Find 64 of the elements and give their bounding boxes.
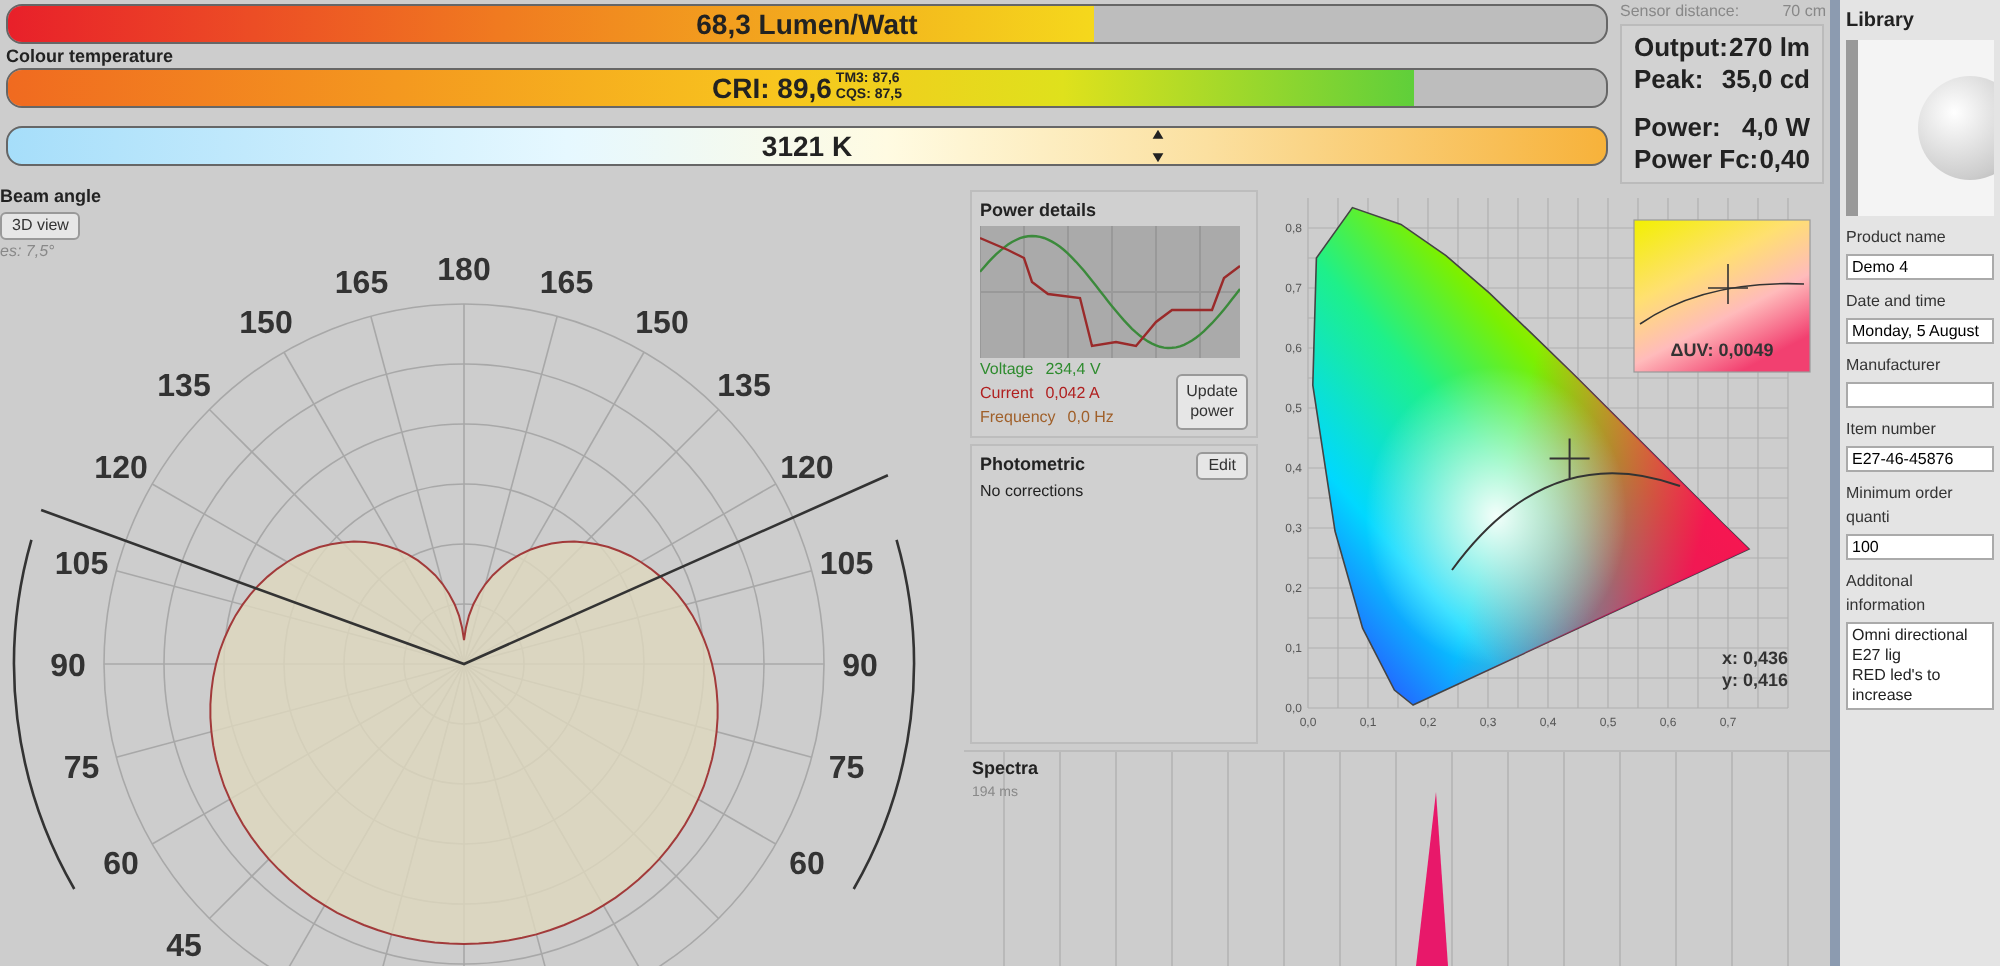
stat-value: 0,40 — [1759, 144, 1810, 176]
reading-label: Current — [980, 381, 1034, 405]
stat-value: 35,0 cd — [1721, 64, 1810, 96]
stat-value: 270 lm — [1729, 32, 1810, 64]
delta-uv-value: ΔUV: 0,0049 — [1670, 340, 1774, 360]
edit-button[interactable]: Edit — [1196, 451, 1248, 479]
3d-view-button[interactable]: 3D view — [0, 211, 81, 239]
stat-label: Output: — [1634, 32, 1728, 64]
input-field[interactable] — [1846, 382, 1994, 408]
angle-label: 165 — [334, 267, 389, 302]
bulb-drawing — [1918, 76, 1994, 180]
angle-label: 180 — [437, 254, 491, 288]
angle-label: 90 — [842, 650, 878, 684]
section-title: Beam angle — [0, 184, 102, 210]
input-field[interactable]: Monday, 5 August — [1846, 318, 1994, 344]
photometric-status: No corrections — [980, 479, 1086, 503]
angle-label: 150 — [635, 307, 689, 342]
bar-label: Colour temperature — [6, 44, 176, 68]
field-label: Item number — [1846, 418, 1938, 442]
angle-label: 150 — [239, 307, 293, 342]
angle-label: 45 — [166, 930, 202, 964]
angle-label: 60 — [103, 848, 139, 882]
resolution-text: es: 7,5° — [0, 239, 55, 263]
angle-label: 75 — [63, 752, 100, 787]
input-field[interactable]: E27-46-45876 — [1846, 446, 1994, 472]
y-coordinate-value: y: 0,416 — [1721, 670, 1788, 690]
angle-label: 105 — [819, 547, 874, 582]
reading-label: Frequency — [980, 405, 1056, 429]
cct-value: 3121 K — [761, 128, 853, 164]
cri-bar-value: CRI: 89,6 — [712, 70, 832, 106]
field-label: Product name — [1846, 226, 1948, 250]
sensor-distance-value: 70 cm — [1782, 0, 1826, 24]
section-title: Photometric — [980, 451, 1086, 478]
stat-label: Power Fc: — [1634, 144, 1759, 176]
reading-label: Voltage — [980, 357, 1034, 381]
angle-label: 120 — [94, 452, 148, 486]
sensor-distance-label: Sensor distance: — [1620, 0, 1740, 24]
section-title: Power details — [980, 198, 1099, 224]
angle-label: 135 — [717, 370, 771, 404]
input-field[interactable]: 100 — [1846, 534, 1994, 560]
field-label: Manufacturer — [1846, 354, 1943, 378]
field-label: Date and time — [1846, 290, 1948, 314]
angle-label: 165 — [539, 267, 594, 302]
input-field[interactable]: Demo 4 — [1846, 254, 1994, 280]
reading-value: 234,4 V — [1045, 357, 1101, 381]
angle-label: 75 — [828, 752, 865, 787]
efficacy-bar-value: 68,3 Lumen/Watt — [696, 6, 918, 42]
angle-label: 60 — [789, 848, 825, 882]
reading-value: 0,042 A — [1045, 381, 1100, 405]
angle-label: 120 — [780, 452, 834, 486]
reading-value: 0,0 Hz — [1067, 405, 1114, 429]
field-label: Minimum order quanti — [1846, 482, 1955, 530]
notes-field[interactable]: Omni directional E27 lig RED led's to increase — [1846, 622, 1994, 710]
angle-label: 90 — [50, 650, 86, 684]
angle-label: 135 — [157, 370, 211, 404]
stat-label: Peak: — [1634, 64, 1704, 96]
section-title: Spectra — [972, 756, 1039, 782]
update-power-button[interactable]: Update power — [1176, 373, 1248, 429]
library-title: Library — [1846, 8, 1916, 36]
field-label: Additonal information — [1846, 570, 1928, 618]
angle-label: 105 — [54, 547, 109, 582]
x-coordinate-value: x: 0,436 — [1721, 648, 1788, 668]
stat-value: 4,0 W — [1742, 112, 1810, 144]
stat-label: Power: — [1634, 112, 1721, 144]
